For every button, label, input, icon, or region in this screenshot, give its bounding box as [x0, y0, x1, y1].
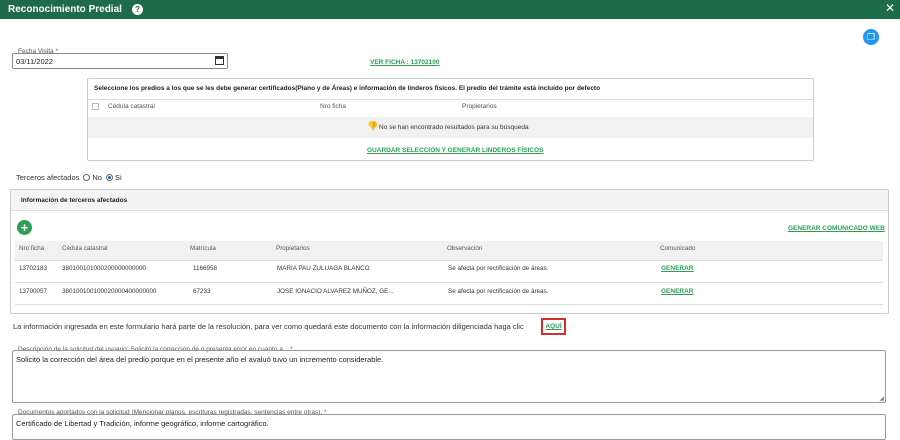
th-ficha: Nro ficha: [19, 244, 45, 252]
row1-cedula: 380100101000200000000000: [62, 264, 147, 272]
row1-generar-link[interactable]: GENERAR: [661, 265, 694, 272]
aqui-link[interactable]: AQUÍ: [545, 323, 561, 330]
radio-si[interactable]: [105, 174, 113, 181]
descripcion-textarea[interactable]: Solicito la corrección del área del pred…: [12, 350, 886, 403]
row1-observacion: Se afecta por rectificación de áreas.: [448, 264, 549, 272]
predios-header: Seleccione los predios a los que se les …: [94, 85, 601, 92]
visit-date-value: 03/11/2022: [16, 57, 53, 66]
th-observacion: Observación: [447, 244, 483, 252]
window-title: Reconocimiento Predial: [8, 4, 122, 15]
thumbs-down-icon: 👎: [367, 121, 379, 131]
terceros-header: Información de terceros afectados: [21, 197, 128, 204]
row1-matricula: 1166958: [193, 264, 218, 272]
row1-propietarios: MARIA PAU ZULUAGA BLANCO: [277, 264, 370, 272]
ver-ficha-link[interactable]: VER FICHA : 13702100: [370, 59, 440, 66]
add-icon[interactable]: +: [17, 220, 32, 235]
documentos-value: Certificado de Libertad y Tradición, inf…: [16, 419, 269, 428]
descripcion-value: Solicito la corrección del área del pred…: [16, 355, 384, 364]
col-cedula: Cédula catastral: [108, 103, 155, 110]
col-nro-ficha: Nro ficha: [320, 103, 347, 110]
visit-date-input[interactable]: 03/11/2022: [12, 53, 228, 69]
select-all-checkbox[interactable]: [92, 103, 99, 110]
close-icon[interactable]: ✕: [885, 1, 895, 15]
th-matricula: Matrícula: [190, 244, 216, 252]
copy-icon[interactable]: ❐: [863, 29, 879, 45]
title-bar: Reconocimiento Predial ? ✕: [0, 0, 900, 19]
row2-propietarios: JOSE IGNACIO ALVAREZ MUÑOZ, GE...: [277, 287, 394, 295]
empty-row: 👎 No se han encontrado resultados para s…: [88, 117, 813, 138]
radio-si-label: Si: [114, 173, 122, 182]
empty-message: No se han encontrado resultados para su …: [379, 124, 529, 131]
aqui-link-highlight: AQUÍ: [541, 318, 566, 335]
th-comunicado: Comunicado: [660, 244, 696, 252]
radio-no-label: No: [92, 173, 102, 182]
calendar-icon[interactable]: [215, 56, 224, 65]
row2-cedula: 380100100100020000400000000: [62, 287, 157, 295]
row1-ficha: 13702183: [19, 264, 48, 272]
predios-card: Seleccione los predios a los que se les …: [87, 78, 814, 161]
col-propietarios: Propietarios: [462, 103, 497, 110]
terceros-radio-group: Terceros afectados No Si: [16, 173, 122, 182]
th-propietarios: Propietarios: [276, 244, 310, 252]
radio-no[interactable]: [83, 174, 91, 181]
row2-matricula: 67233: [193, 287, 211, 295]
row2-ficha: 13700057: [19, 287, 48, 295]
guardar-seleccion-link[interactable]: GUARDAR SELECCIÓN Y GENERAR LINDEROS FÍS…: [367, 147, 543, 154]
row2-generar-link[interactable]: GENERAR: [661, 288, 694, 295]
resize-handle-icon[interactable]: ◢: [879, 395, 884, 402]
info-note: La información ingresada en este formula…: [13, 322, 524, 331]
row2-observacion: Se afecta por rectificación de áreas.: [448, 287, 549, 295]
question-circle-icon[interactable]: ?: [131, 4, 143, 15]
documentos-textarea[interactable]: Certificado de Libertad y Tradición, inf…: [12, 414, 886, 440]
th-cedula: Cédula catastral: [62, 244, 108, 252]
generar-comunicado-web-link[interactable]: GENERAR COMUNICADO WEB: [788, 225, 885, 232]
terceros-label: Terceros afectados: [16, 173, 80, 182]
